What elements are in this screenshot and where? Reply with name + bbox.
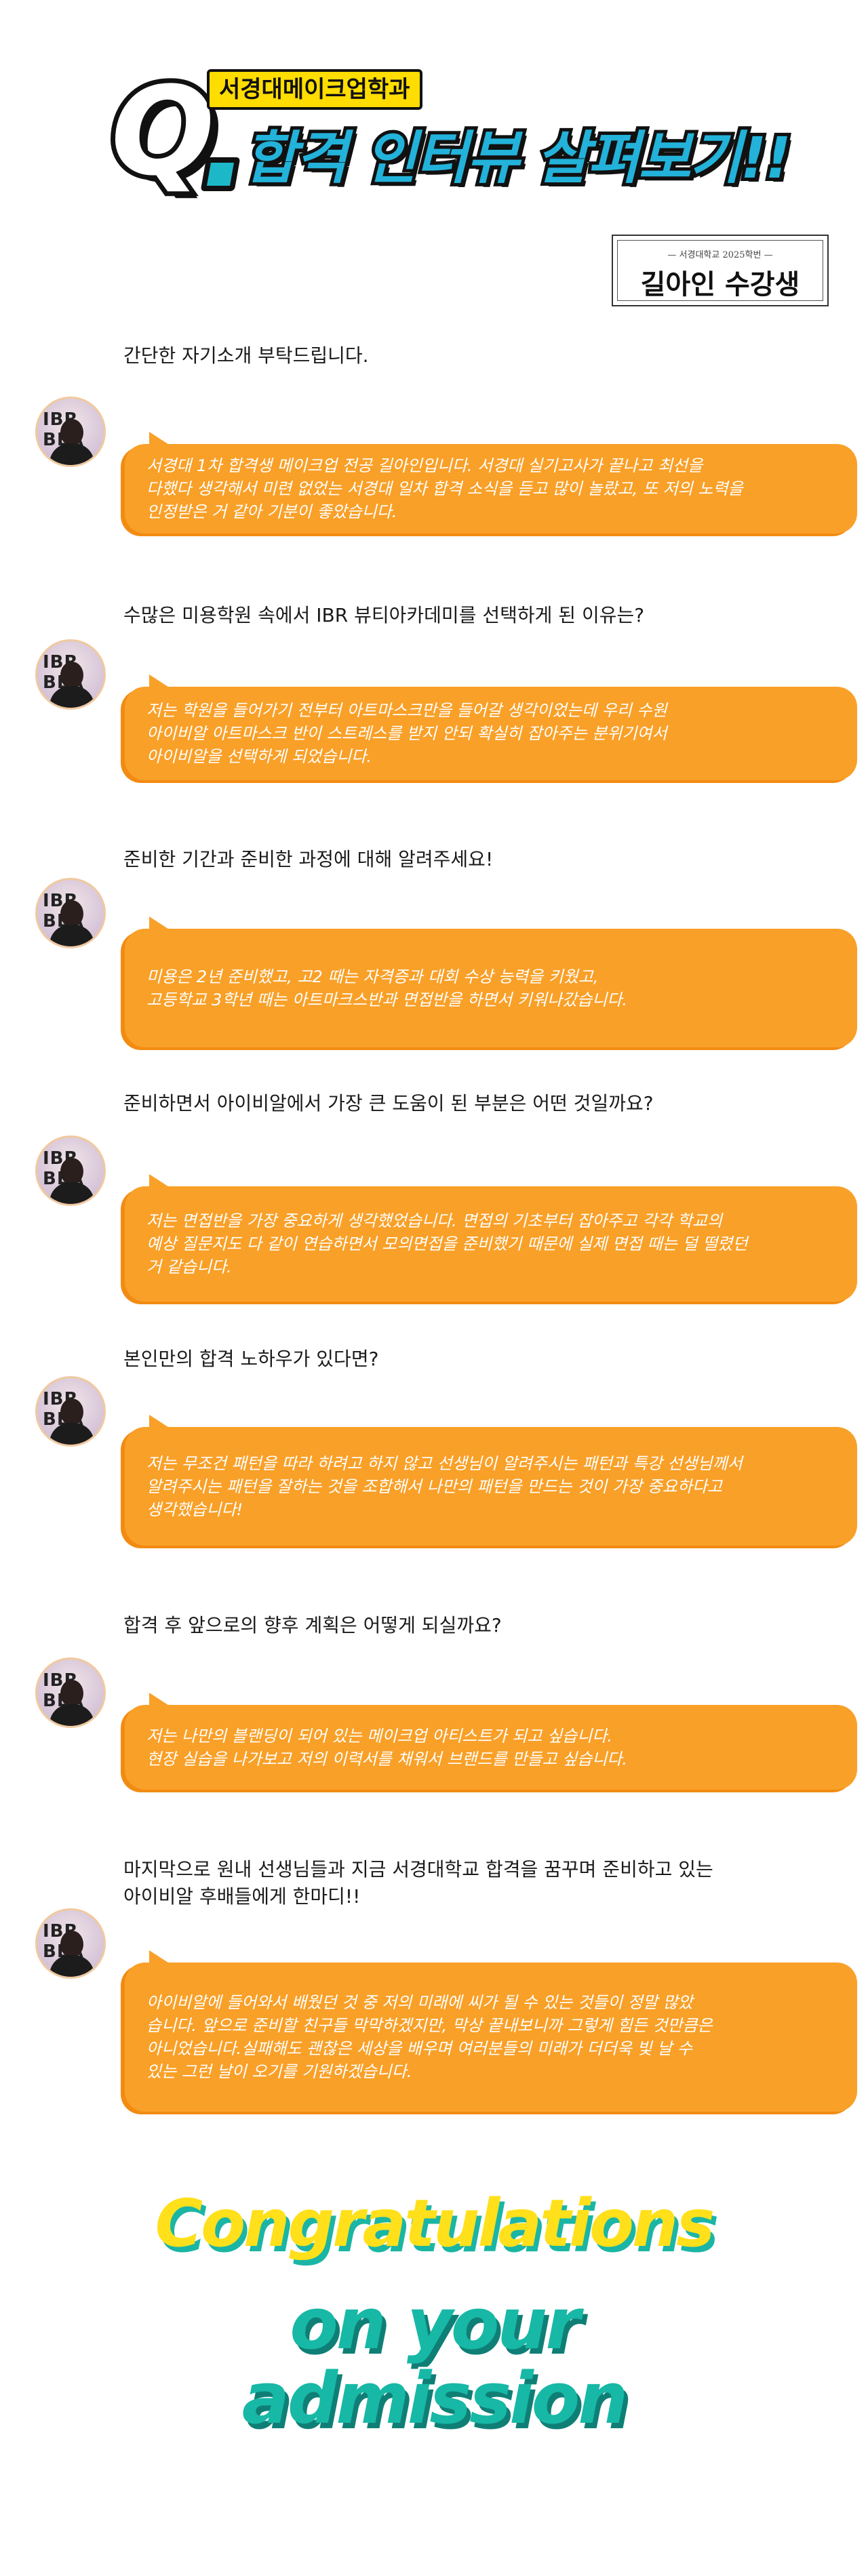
student-name-card: — 서경대학교 2025학번 — 길아인 수강생: [612, 235, 829, 306]
question-text: 마지막으로 원내 선생님들과 지금 서경대학교 합격을 꿈꾸며 준비하고 있는 …: [123, 1858, 713, 1908]
q-letter: Q: [106, 61, 219, 203]
avatar: IBR BEA: [35, 1376, 106, 1447]
answer-bubble: 저는 학원을 들어가기 전부터 아트마스크만을 들어갈 생각이었는데 우리 수원…: [125, 675, 857, 780]
avatar: IBR BEA: [35, 878, 106, 948]
avatar: IBR BEA: [35, 639, 106, 710]
on-your-text: on your: [288, 2281, 582, 2367]
avatar: IBR BEA: [35, 397, 106, 467]
name-card-frame: — 서경대학교 2025학번 — 길아인 수강생: [617, 240, 823, 301]
avatar-head: [60, 900, 83, 927]
question-text: 간단한 자기소개 부탁드립니다.: [123, 344, 369, 367]
page-title: 합격 인터뷰 살펴보기!!: [241, 121, 795, 195]
question-text: 본인만의 합격 노하우가 있다면?: [123, 1348, 379, 1370]
question-text: 준비한 기간과 준비한 과정에 대해 알려주세요!: [123, 848, 494, 870]
answer-bubble: 미용은 2년 준비했고, 고2 때는 자격증과 대회 수상 능력을 키웠고, 고…: [125, 917, 857, 1047]
department-tag: 서경대메이크업학과: [207, 69, 422, 110]
answer-text: 저는 면접반을 가장 중요하게 생각했었습니다. 면접의 기초부터 잡아주고 각…: [146, 1211, 748, 1276]
answer-text: 아이비알에 들어와서 배웠던 것 중 저의 미래에 씨가 될 수 있는 것들이 …: [146, 1993, 713, 2081]
student-year: — 서경대학교 2025학번 —: [667, 250, 773, 260]
answer-text: 미용은 2년 준비했고, 고2 때는 자격증과 대회 수상 능력을 키웠고, 고…: [146, 967, 627, 1009]
question-text: 준비하면서 아이비알에서 가장 큰 도움이 된 부분은 어떤 것일까요?: [123, 1092, 654, 1114]
avatar-head: [60, 1158, 83, 1185]
avatar: IBR BEA: [35, 1135, 106, 1206]
avatar-head: [60, 1931, 83, 1958]
q-logo: Q Q: [106, 61, 222, 203]
answer-bubble: 저는 나만의 블랜딩이 되어 있는 메이크업 아티스트가 되고 싶습니다. 현장…: [125, 1693, 857, 1790]
avatar-head: [60, 662, 83, 689]
q-dot-icon: [200, 157, 241, 191]
avatar-head: [60, 1680, 83, 1707]
answer-text: 서경대 1차 합격생 메이크업 전공 길아인입니다. 서경대 실기고사가 끝나고…: [146, 456, 743, 521]
admission-text: admission: [240, 2356, 631, 2441]
answer-bubble: 아이비알에 들어와서 배웠던 것 중 저의 미래에 씨가 될 수 있는 것들이 …: [125, 1950, 857, 2112]
avatar-head: [60, 419, 83, 446]
avatar: IBR BEA: [35, 1657, 106, 1728]
avatar: IBR BEA: [35, 1908, 106, 1979]
congratulations-text: Congratulations: [153, 2183, 717, 2263]
question-text: 수많은 미용학원 속에서 IBR 뷰티아카데미를 선택하게 된 이유는?: [123, 604, 645, 626]
avatar-head: [60, 1398, 83, 1426]
answer-text: 저는 나만의 블랜딩이 되어 있는 메이크업 아티스트가 되고 싶습니다. 현장…: [146, 1726, 627, 1769]
question-text: 합격 후 앞으로의 향후 계획은 어떻게 되실까요?: [123, 1614, 502, 1636]
answer-text: 저는 학원을 들어가기 전부터 아트마스크만을 들어갈 생각이었는데 우리 수원…: [146, 701, 667, 766]
answer-text: 저는 무조건 패턴을 따라 하려고 하지 않고 선생님이 알려주시는 패턴과 특…: [146, 1453, 743, 1519]
answer-bubble: 저는 무조건 패턴을 따라 하려고 하지 않고 선생님이 알려주시는 패턴과 특…: [125, 1415, 857, 1546]
student-name: 길아인 수강생: [640, 268, 800, 300]
answer-bubble: 서경대 1차 합격생 메이크업 전공 길아인입니다. 서경대 실기고사가 끝나고…: [125, 432, 857, 534]
header: Q Q 서경대메이크업학과 합격 인터뷰 살펴보기!!: [0, 0, 868, 224]
answer-bubble: 저는 면접반을 가장 중요하게 생각했었습니다. 면접의 기초부터 잡아주고 각…: [125, 1174, 857, 1302]
